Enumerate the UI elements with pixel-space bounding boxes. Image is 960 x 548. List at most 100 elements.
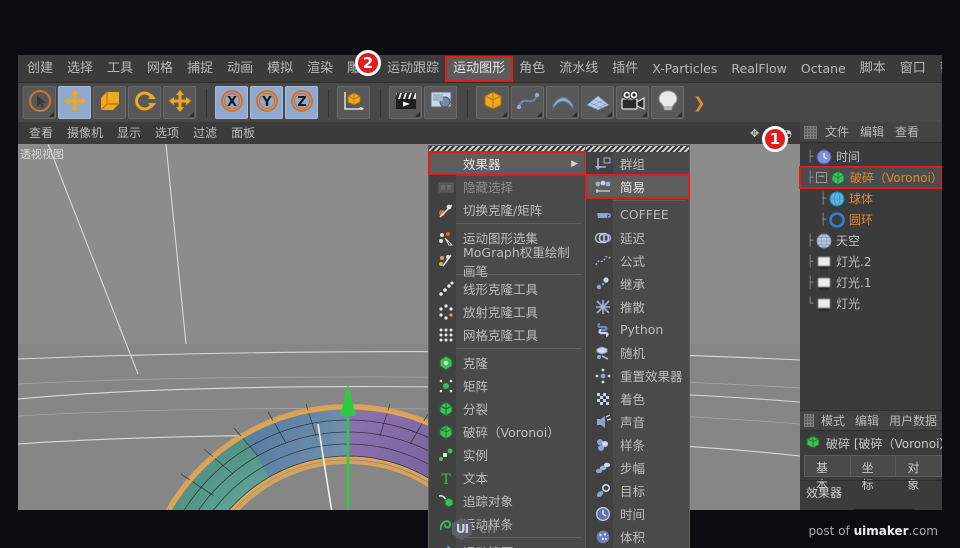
menubar-item-12[interactable]: 流水线 bbox=[552, 57, 605, 81]
am-menu-edit[interactable]: 编辑 bbox=[850, 410, 884, 432]
pan-icon[interactable]: ✥ bbox=[750, 127, 759, 140]
mograph-menu-item-4-0[interactable]: 运动挤压 bbox=[429, 540, 585, 548]
viewport-menu-5[interactable]: 面板 bbox=[224, 122, 262, 144]
menubar-item-9[interactable]: 运动跟踪 bbox=[380, 57, 446, 81]
mograph-menu-item-3-6[interactable]: 追踪对象 bbox=[429, 489, 585, 512]
am-menu-mode[interactable]: 模式 bbox=[816, 410, 850, 432]
effector-submenu-item-15[interactable]: 时间 bbox=[586, 502, 689, 525]
effector-submenu-item-14[interactable]: 目标 bbox=[586, 479, 689, 502]
menubar-item-17[interactable]: 脚本 bbox=[853, 57, 893, 81]
world-object-coordinate-button[interactable] bbox=[337, 86, 370, 119]
effector-submenu-item-0[interactable]: 群组 bbox=[586, 152, 689, 175]
mograph-menu-item-3-0[interactable]: 克隆 bbox=[429, 351, 585, 374]
object-row-0[interactable]: ├ 时间 bbox=[800, 146, 942, 167]
menubar-item-7[interactable]: 渲染 bbox=[300, 57, 340, 81]
move-duplicate-tool-button[interactable] bbox=[163, 86, 196, 119]
mograph-menu-item-2-1[interactable]: 放射克隆工具 bbox=[429, 300, 585, 323]
mograph-menu-item-0-0[interactable]: 隐藏选择 bbox=[429, 175, 585, 198]
object-row-5[interactable]: ├ 灯光.2 bbox=[800, 251, 942, 272]
om-menu-edit[interactable]: 编辑 bbox=[855, 121, 889, 143]
effector-submenu-item-8[interactable]: 随机 bbox=[586, 341, 689, 364]
panel-grip-icon-2[interactable] bbox=[804, 414, 814, 427]
effector-submenu-item-3[interactable]: 延迟 bbox=[586, 226, 689, 249]
mograph-menu-item-3-5[interactable]: T 文本 bbox=[429, 466, 585, 489]
effector-submenu-item-5[interactable]: 继承 bbox=[586, 272, 689, 295]
object-tree[interactable]: ├ 时间 ├ − 破碎（Voronoi） ├ 球体 ├ 圆环 ├ 天空 ├ 灯光.2 ├ 灯光.1 └ 灯光 bbox=[799, 143, 943, 410]
axis-y-lock-button[interactable]: Y bbox=[250, 86, 283, 119]
object-row-1[interactable]: ├ − 破碎（Voronoi） bbox=[799, 166, 943, 189]
effector-submenu-item-16[interactable]: 体积 bbox=[586, 525, 689, 548]
effector-submenu-item-13[interactable]: 步幅 bbox=[586, 456, 689, 479]
tab-coord[interactable]: 坐标 bbox=[849, 455, 896, 492]
camera-object-button[interactable] bbox=[616, 86, 649, 119]
mograph-menu-item-3-3[interactable]: 破碎（Voronoi） bbox=[429, 420, 585, 443]
menubar-item-0[interactable]: 创建 bbox=[20, 57, 60, 81]
axis-x-lock-button[interactable]: X bbox=[215, 86, 248, 119]
mograph-menu-item-1-1[interactable]: MoGraph权重绘制画笔 bbox=[429, 245, 585, 279]
effector-submenu-item-6[interactable]: 推散 bbox=[586, 295, 689, 318]
menubar-item-6[interactable]: 模拟 bbox=[260, 57, 300, 81]
effector-submenu-item-4[interactable]: 公式 bbox=[586, 249, 689, 272]
viewport-menu-3[interactable]: 选项 bbox=[148, 122, 186, 144]
tab-basic[interactable]: 基本 bbox=[804, 455, 850, 492]
render-view-button[interactable] bbox=[389, 86, 422, 119]
object-row-3[interactable]: ├ 圆环 bbox=[800, 209, 942, 230]
mograph-menu-item-2-2[interactable]: 网格克隆工具 bbox=[429, 323, 585, 346]
effector-submenu-item-11[interactable]: 声音 bbox=[586, 410, 689, 433]
move-tool-button[interactable] bbox=[58, 86, 91, 119]
menubar-item-2[interactable]: 工具 bbox=[100, 57, 140, 81]
object-row-2[interactable]: ├ 球体 bbox=[800, 188, 942, 209]
menubar-item-1[interactable]: 选择 bbox=[60, 57, 100, 81]
menubar-item-18[interactable]: 窗口 bbox=[893, 57, 933, 81]
effector-submenu-item-12[interactable]: 样条 bbox=[586, 433, 689, 456]
menubar-item-10[interactable]: 运动图形 bbox=[445, 55, 514, 82]
expand-collapse-toggle-icon[interactable]: − bbox=[816, 172, 827, 183]
mograph-menu-item-3-4[interactable]: 实例 bbox=[429, 443, 585, 466]
step-effector-icon bbox=[592, 458, 613, 477]
effector-submenu-item-2[interactable]: COFFEE bbox=[586, 203, 689, 226]
deformer-button[interactable] bbox=[581, 86, 614, 119]
object-row-6[interactable]: ├ 灯光.1 bbox=[800, 272, 942, 293]
menubar-item-5[interactable]: 动画 bbox=[220, 57, 260, 81]
panel-grip-icon[interactable] bbox=[804, 125, 817, 139]
spline-pen-button[interactable] bbox=[511, 86, 544, 119]
ui-logo-hex: UI bbox=[452, 518, 472, 540]
object-row-7[interactable]: └ 灯光 bbox=[800, 293, 942, 314]
mograph-menu-item-2-0[interactable]: 线形克隆工具 bbox=[429, 277, 585, 300]
om-menu-view[interactable]: 查看 bbox=[890, 121, 924, 143]
menubar-item-16[interactable]: Octane bbox=[794, 57, 853, 81]
viewport-menu-1[interactable]: 摄像机 bbox=[60, 122, 110, 144]
effector-submenu-item-9[interactable]: 重置效果器 bbox=[586, 364, 689, 387]
mograph-dropdown-menu[interactable]: 效果器 ▶ 隐藏选择 切换克隆/矩阵 运动图形选集 MoGraph权重绘制画笔 线形克隆… bbox=[428, 145, 586, 548]
menubar-item-4[interactable]: 捕捉 bbox=[180, 57, 220, 81]
light-object-button[interactable] bbox=[651, 86, 684, 119]
scale-tool-button[interactable] bbox=[93, 86, 126, 119]
om-menu-file[interactable]: 文件 bbox=[820, 121, 854, 143]
viewport-menu-2[interactable]: 显示 bbox=[110, 122, 148, 144]
rotate-tool-button[interactable] bbox=[128, 86, 161, 119]
nurbs-generator-button[interactable] bbox=[546, 86, 579, 119]
menubar-item-11[interactable]: 角色 bbox=[512, 57, 552, 81]
object-row-4[interactable]: ├ 天空 bbox=[800, 230, 942, 251]
render-settings-button[interactable] bbox=[424, 86, 457, 119]
effector-submenu-item-1[interactable]: 简易 bbox=[585, 174, 690, 199]
menu-item-effector[interactable]: 效果器 ▶ bbox=[428, 151, 586, 176]
menubar-item-3[interactable]: 网格 bbox=[140, 57, 180, 81]
viewport-menu-4[interactable]: 过滤 bbox=[186, 122, 224, 144]
menubar-item-13[interactable]: 插件 bbox=[605, 57, 645, 81]
effector-submenu-item-10[interactable]: 着色 bbox=[586, 387, 689, 410]
menubar-item-14[interactable]: X-Particles bbox=[645, 57, 724, 81]
mograph-menu-item-3-1[interactable]: 矩阵 bbox=[429, 374, 585, 397]
mograph-menu-item-0-1[interactable]: 切换克隆/矩阵 bbox=[429, 198, 585, 221]
mograph-menu-item-3-2[interactable]: 分裂 bbox=[429, 397, 585, 420]
effector-submenu-item-7[interactable]: Python bbox=[586, 318, 689, 341]
tab-object[interactable]: 对象 bbox=[895, 455, 943, 492]
axis-z-lock-button[interactable]: Z bbox=[285, 86, 318, 119]
menubar-item-15[interactable]: RealFlow bbox=[724, 57, 793, 81]
viewport-menu-0[interactable]: 查看 bbox=[22, 122, 60, 144]
effector-submenu[interactable]: 群组 简易 COFFEE 延迟 公式 继承 推散 Python 随机 重置效果器 着色 声音 样条 步幅目… bbox=[585, 145, 690, 548]
primitive-cube-button[interactable] bbox=[476, 86, 509, 119]
am-menu-userdata[interactable]: 用户数据 bbox=[884, 410, 942, 432]
toolbar-overflow-chevron-icon[interactable]: ❯ bbox=[693, 94, 706, 112]
live-selection-tool-button[interactable] bbox=[23, 86, 56, 119]
